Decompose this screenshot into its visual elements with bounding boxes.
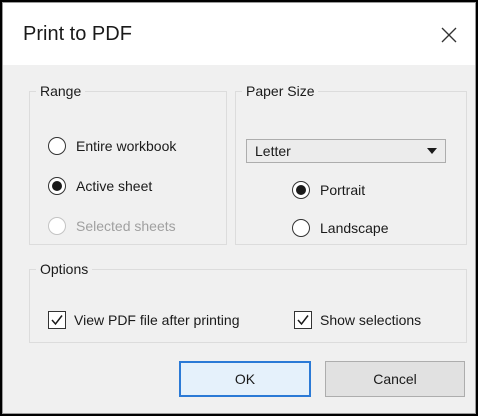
cancel-button[interactable]: Cancel: [325, 361, 465, 397]
radio-entire-workbook[interactable]: Entire workbook: [48, 137, 176, 155]
radio-label: Portrait: [320, 182, 366, 198]
radio-landscape[interactable]: Landscape: [292, 219, 389, 237]
print-to-pdf-dialog: Print to PDF Range Entire workbook Activ…: [2, 2, 476, 414]
checkbox-label: View PDF file after printing: [74, 312, 240, 328]
checkbox-view-pdf[interactable]: View PDF file after printing: [48, 311, 239, 329]
range-legend: Range: [40, 83, 82, 99]
title-bar: Print to PDF: [3, 3, 475, 65]
radio-active-sheet[interactable]: Active sheet: [48, 177, 152, 195]
radio-selected-dot: [296, 185, 306, 195]
paper-size-select[interactable]: Letter: [246, 139, 446, 163]
paper-size-value: Letter: [255, 143, 291, 159]
checkmark-icon: [297, 315, 309, 326]
close-button[interactable]: [429, 15, 469, 55]
radio-selected-dot: [52, 181, 62, 191]
radio-label: Selected sheets: [76, 218, 176, 234]
radio-portrait[interactable]: Portrait: [292, 181, 365, 199]
radio-circle[interactable]: [48, 177, 66, 195]
radio-circle[interactable]: [292, 219, 310, 237]
radio-selected-sheets: Selected sheets: [48, 217, 176, 235]
radio-circle: [48, 217, 66, 235]
options-group: Options View PDF file after printing Sho…: [29, 261, 467, 343]
range-group: Range Entire workbook Active sheet Selec…: [29, 83, 227, 245]
options-legend: Options: [40, 261, 89, 277]
radio-circle[interactable]: [48, 137, 66, 155]
checkbox-box[interactable]: [48, 311, 66, 329]
close-icon: [441, 27, 457, 43]
checkbox-box[interactable]: [294, 311, 312, 329]
checkmark-icon: [51, 315, 63, 326]
paper-size-legend: Paper Size: [246, 83, 315, 99]
dropdown-arrow-icon: [427, 148, 437, 154]
radio-label: Entire workbook: [76, 138, 177, 154]
checkbox-label: Show selections: [320, 312, 422, 328]
radio-label: Landscape: [320, 220, 389, 236]
radio-circle[interactable]: [292, 181, 310, 199]
checkbox-show-selections[interactable]: Show selections: [294, 311, 421, 329]
dialog-title: Print to PDF: [23, 23, 132, 45]
paper-size-group: Paper Size Letter Portrait Landscape: [235, 83, 467, 245]
ok-button[interactable]: OK: [179, 361, 311, 397]
radio-label: Active sheet: [76, 178, 153, 194]
